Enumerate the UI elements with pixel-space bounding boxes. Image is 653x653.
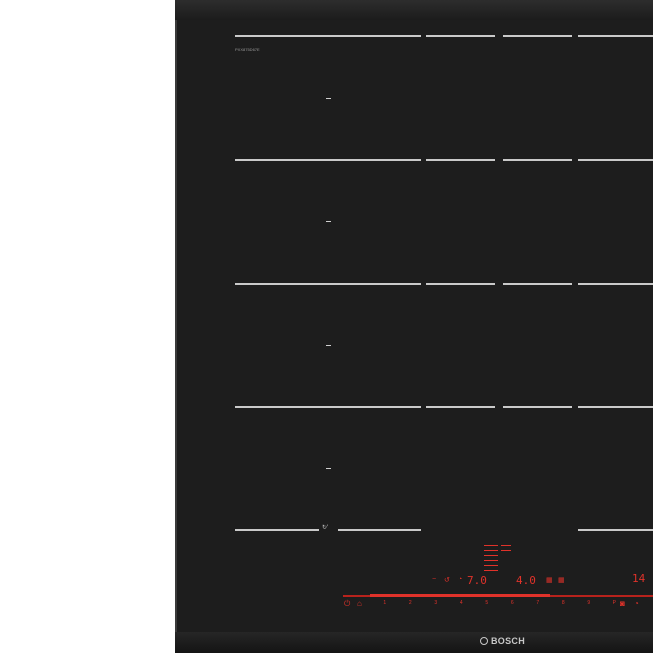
power-level-6[interactable]: 6 <box>500 600 526 606</box>
grid-icon[interactable]: ▦ <box>546 576 553 584</box>
power-level-1[interactable]: 1 <box>372 600 398 606</box>
zone-1-line-a <box>235 35 421 37</box>
zone-1-line-d <box>578 35 653 37</box>
brand-name: BOSCH <box>491 636 526 646</box>
power-boost-indicator <box>484 545 498 575</box>
minus-icon[interactable]: − <box>432 576 436 583</box>
zone-4-line-a <box>235 406 421 408</box>
zone-1-line-b <box>426 35 495 37</box>
right-timer-display: 14 <box>632 572 646 585</box>
zone-1-line-c <box>503 35 572 37</box>
power-level-5[interactable]: 5 <box>474 600 500 606</box>
zone-3-line-a <box>235 283 421 285</box>
cooktop-glass <box>175 0 653 653</box>
power-level-3[interactable]: 3 <box>423 600 449 606</box>
level-indicator-right <box>501 545 511 555</box>
power-level-9[interactable]: 9 <box>576 600 602 606</box>
power-icon[interactable]: ⏻ <box>344 599 350 609</box>
flex-zone-icon: ↻′ <box>322 525 329 531</box>
zone-4-line-b <box>426 406 495 408</box>
grid-icon-2[interactable]: ▦ <box>558 576 565 584</box>
zone-3-center-mark <box>326 345 331 346</box>
zone-3-line-b <box>426 283 495 285</box>
zone-1-center-mark <box>326 98 331 99</box>
zone-2-line-a <box>235 159 421 161</box>
left-power-display: 7.0 <box>467 574 487 587</box>
cooktop-frame-top <box>175 0 653 20</box>
zone-2-line-b <box>426 159 495 161</box>
zone-2-center-mark <box>326 221 331 222</box>
brand-logo: BOSCH <box>480 636 525 646</box>
mid-power-display: 4.0 <box>516 574 536 587</box>
timer-button-icon[interactable]: ◔ <box>634 599 639 608</box>
lock-icon[interactable]: ◙ <box>620 599 625 608</box>
zone-4-line-d <box>578 406 653 408</box>
power-level-4[interactable]: 4 <box>449 600 475 606</box>
zone-4-center-mark <box>326 468 331 469</box>
clock-icon[interactable]: ◔ <box>458 576 462 583</box>
bosch-armature-icon <box>480 637 488 645</box>
zone-3-line-d <box>578 283 653 285</box>
power-level-7[interactable]: 7 <box>525 600 551 606</box>
flame-icon[interactable]: ⌂ <box>357 599 362 608</box>
zone-5-line-d <box>578 529 653 531</box>
zone-4-line-c <box>503 406 572 408</box>
zone-5-line-b <box>338 529 421 531</box>
power-level-row[interactable]: 1 2 3 4 5 6 7 8 9 P <box>372 600 627 606</box>
zone-3-line-c <box>503 283 572 285</box>
power-level-2[interactable]: 2 <box>398 600 424 606</box>
model-label: PXX875D67E <box>235 47 260 52</box>
zone-5-line-a <box>235 529 319 531</box>
timer-icon[interactable]: ↺ <box>444 576 450 584</box>
cooktop-frame-bottom <box>175 632 653 653</box>
power-slider-fill <box>370 594 550 597</box>
power-level-8[interactable]: 8 <box>551 600 577 606</box>
zone-2-line-c <box>503 159 572 161</box>
zone-2-line-d <box>578 159 653 161</box>
